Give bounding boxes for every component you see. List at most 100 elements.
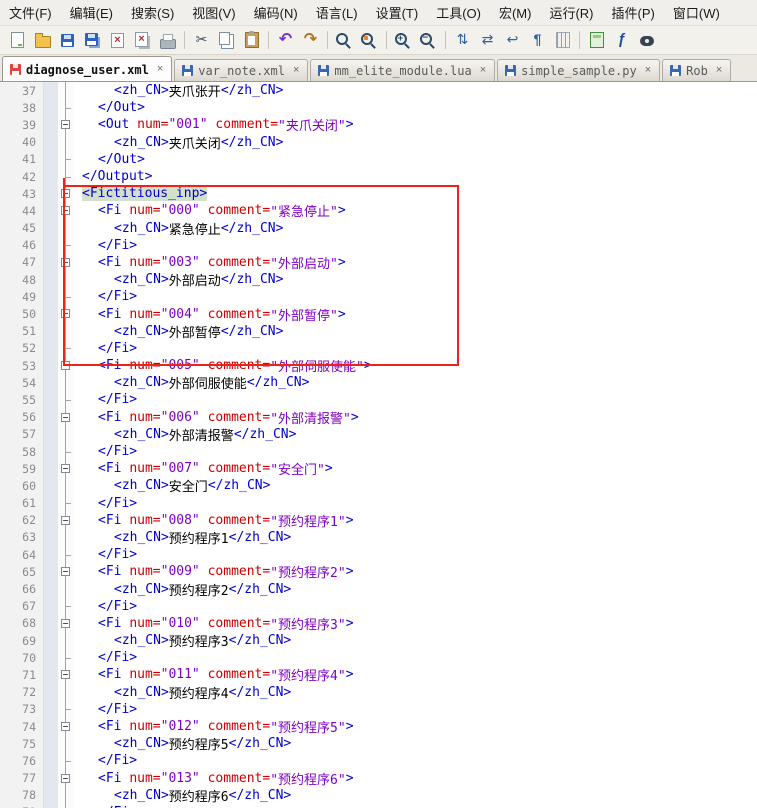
fold-collapse-box-icon[interactable]: [61, 722, 70, 731]
code-line[interactable]: 42</Output>: [0, 168, 757, 185]
code-line[interactable]: 55</Fi>: [0, 391, 757, 408]
bookmark-margin[interactable]: [44, 735, 58, 752]
word-wrap-icon[interactable]: [501, 29, 524, 52]
menu-item-视图V[interactable]: 视图(V): [183, 0, 244, 26]
fold-collapse-box-icon[interactable]: [61, 774, 70, 783]
code-line[interactable]: 78<zh_CN>预约程序6</zh_CN>: [0, 787, 757, 804]
print-icon[interactable]: [156, 29, 179, 52]
bookmark-margin[interactable]: [44, 202, 58, 219]
menu-item-搜索S[interactable]: 搜索(S): [122, 0, 183, 26]
bookmark-margin[interactable]: [44, 684, 58, 701]
fold-toggle-icon[interactable]: [58, 512, 74, 529]
code-line[interactable]: 64</Fi>: [0, 546, 757, 563]
bookmark-margin[interactable]: [44, 288, 58, 305]
bookmark-margin[interactable]: [44, 237, 58, 254]
bookmark-margin[interactable]: [44, 409, 58, 426]
menu-item-文件F[interactable]: 文件(F): [0, 0, 61, 26]
fold-collapse-box-icon[interactable]: [61, 413, 70, 422]
code-line[interactable]: 62<Fi num="008" comment="预约程序1">: [0, 512, 757, 529]
bookmark-margin[interactable]: [44, 787, 58, 804]
code-line[interactable]: 77<Fi num="013" comment="预约程序6">: [0, 770, 757, 787]
bookmark-margin[interactable]: [44, 804, 58, 808]
bookmark-margin[interactable]: [44, 374, 58, 391]
menu-item-语言L[interactable]: 语言(L): [307, 0, 367, 26]
bookmark-margin[interactable]: [44, 168, 58, 185]
code-line[interactable]: 74<Fi num="012" comment="预约程序5">: [0, 718, 757, 735]
menu-item-设置T[interactable]: 设置(T): [367, 0, 428, 26]
menu-item-编辑E[interactable]: 编辑(E): [61, 0, 122, 26]
bookmark-margin[interactable]: [44, 391, 58, 408]
paste-icon[interactable]: [240, 29, 263, 52]
bookmark-margin[interactable]: [44, 529, 58, 546]
bookmark-margin[interactable]: [44, 185, 58, 202]
bookmark-margin[interactable]: [44, 477, 58, 494]
code-line[interactable]: 56<Fi num="006" comment="外部清报警">: [0, 409, 757, 426]
code-line[interactable]: 37<zh_CN>夹爪张开</zh_CN>: [0, 82, 757, 99]
bookmark-margin[interactable]: [44, 632, 58, 649]
code-line[interactable]: 40<zh_CN>夹爪关闭</zh_CN>: [0, 134, 757, 151]
fold-collapse-box-icon[interactable]: [61, 120, 70, 129]
tab-close-icon[interactable]: ×: [292, 65, 300, 76]
code-line[interactable]: 46</Fi>: [0, 237, 757, 254]
fold-toggle-icon[interactable]: [58, 254, 74, 271]
code-line[interactable]: 53<Fi num="005" comment="外部伺服使能">: [0, 357, 757, 374]
fold-toggle-icon[interactable]: [58, 185, 74, 202]
fold-collapse-box-icon[interactable]: [61, 619, 70, 628]
fold-toggle-icon[interactable]: [58, 305, 74, 322]
fold-toggle-icon[interactable]: [58, 563, 74, 580]
bookmark-margin[interactable]: [44, 770, 58, 787]
code-line[interactable]: 50<Fi num="004" comment="外部暂停">: [0, 305, 757, 322]
bookmark-margin[interactable]: [44, 460, 58, 477]
bookmark-margin[interactable]: [44, 116, 58, 133]
code-line[interactable]: 73</Fi>: [0, 701, 757, 718]
fold-collapse-box-icon[interactable]: [61, 361, 70, 370]
bookmark-margin[interactable]: [44, 220, 58, 237]
tab-close-icon[interactable]: ×: [715, 65, 723, 76]
fold-collapse-box-icon[interactable]: [61, 464, 70, 473]
fold-toggle-icon[interactable]: [58, 718, 74, 735]
zoom-out-icon[interactable]: [417, 29, 440, 52]
code-line[interactable]: 79</Fi>: [0, 804, 757, 808]
cut-icon[interactable]: [190, 29, 213, 52]
fold-toggle-icon[interactable]: [58, 460, 74, 477]
fold-toggle-icon[interactable]: [58, 357, 74, 374]
fold-toggle-icon[interactable]: [58, 770, 74, 787]
new-file-icon[interactable]: [6, 29, 29, 52]
code-line[interactable]: 39<Out num="001" comment="夹爪关闭">: [0, 116, 757, 133]
fold-toggle-icon[interactable]: [58, 615, 74, 632]
bookmark-margin[interactable]: [44, 82, 58, 99]
fold-collapse-box-icon[interactable]: [61, 516, 70, 525]
code-line[interactable]: 38</Out>: [0, 99, 757, 116]
code-line[interactable]: 54<zh_CN>外部伺服使能</zh_CN>: [0, 374, 757, 391]
save-icon[interactable]: [56, 29, 79, 52]
monitor-icon[interactable]: [635, 29, 658, 52]
code-line[interactable]: 75<zh_CN>预约程序5</zh_CN>: [0, 735, 757, 752]
menu-item-工具O[interactable]: 工具(O): [427, 0, 490, 26]
bookmark-margin[interactable]: [44, 443, 58, 460]
code-line[interactable]: 52</Fi>: [0, 340, 757, 357]
tab-close-icon[interactable]: ×: [479, 65, 487, 76]
sync-scroll-h-icon[interactable]: [476, 29, 499, 52]
bookmark-margin[interactable]: [44, 563, 58, 580]
bookmark-margin[interactable]: [44, 271, 58, 288]
bookmark-margin[interactable]: [44, 134, 58, 151]
sync-scroll-v-icon[interactable]: [451, 29, 474, 52]
fold-toggle-icon[interactable]: [58, 116, 74, 133]
fold-collapse-box-icon[interactable]: [61, 258, 70, 267]
fold-toggle-icon[interactable]: [58, 409, 74, 426]
code-line[interactable]: 49</Fi>: [0, 288, 757, 305]
tab-close-icon[interactable]: ×: [156, 64, 164, 75]
bookmark-margin[interactable]: [44, 512, 58, 529]
code-line[interactable]: 76</Fi>: [0, 752, 757, 769]
fold-collapse-box-icon[interactable]: [61, 309, 70, 318]
bookmark-margin[interactable]: [44, 666, 58, 683]
code-line[interactable]: 68<Fi num="010" comment="预约程序3">: [0, 615, 757, 632]
code-line[interactable]: 67</Fi>: [0, 598, 757, 615]
open-file-icon[interactable]: [31, 29, 54, 52]
bookmark-margin[interactable]: [44, 99, 58, 116]
code-line[interactable]: 51<zh_CN>外部暂停</zh_CN>: [0, 323, 757, 340]
fold-collapse-box-icon[interactable]: [61, 567, 70, 576]
menu-item-编码N[interactable]: 编码(N): [245, 0, 307, 26]
show-all-characters-icon[interactable]: [526, 29, 549, 52]
code-line[interactable]: 72<zh_CN>预约程序4</zh_CN>: [0, 684, 757, 701]
